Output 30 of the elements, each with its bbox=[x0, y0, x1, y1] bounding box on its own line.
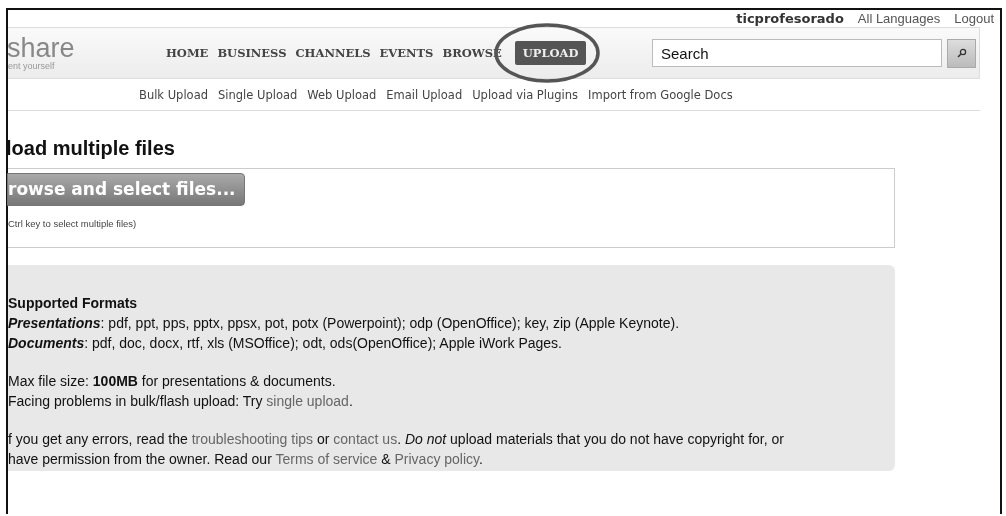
info-text: Documents: pdf, doc, docx, rtf, xls (MSOffice); odt, ods(OpenOffice); Apple iWork Pages. bbox=[8, 334, 563, 353]
info-text: Presentations: pdf, ppt, pps, pptx, ppsx, pot, potx (Powerpoint); odp (OpenOffice); key, zip (Apple Keynote). bbox=[8, 314, 681, 333]
info-text: Facing problems in bulk/flash upload: Try single upload. bbox=[8, 392, 354, 411]
username-link[interactable]: ticprofesorado bbox=[736, 11, 844, 27]
subnav-link[interactable]: Email Upload bbox=[386, 87, 463, 102]
text-link[interactable]: troubleshooting tips bbox=[191, 431, 314, 447]
info-text: Supported Formats bbox=[8, 294, 139, 313]
info-text: f you get any errors, read the troubleshooting tips or contact us. Do not upload materials that you do not have copyright for, or have permission from the owner. Read our Terms of service & Privacy policy. bbox=[8, 430, 785, 469]
nav-tab[interactable]: UPLOAD bbox=[514, 41, 587, 65]
logo-tagline: ent yourself bbox=[8, 61, 56, 71]
hint-text: Ctrl key to select multiple files) bbox=[8, 218, 137, 229]
search-icon bbox=[956, 48, 967, 58]
subnav-link[interactable]: Import from Google Docs bbox=[588, 87, 733, 102]
logo-text: share bbox=[7, 35, 76, 61]
subnav-link[interactable]: Upload via Plugins bbox=[472, 87, 579, 102]
top-link[interactable]: Logout bbox=[954, 11, 994, 27]
info-text: Max file size: 100MB for presentations & documents. bbox=[8, 372, 337, 391]
subnav-link[interactable]: Web Upload bbox=[307, 87, 377, 102]
text-link[interactable]: Terms of service bbox=[275, 451, 378, 467]
search-button[interactable] bbox=[947, 38, 976, 68]
subnav-link[interactable]: Single Upload bbox=[218, 87, 298, 102]
nav-tab[interactable]: HOME bbox=[166, 42, 209, 64]
nav-tab[interactable]: BUSINESS bbox=[217, 42, 287, 64]
nav-tab[interactable]: EVENTS bbox=[379, 42, 434, 64]
search-field[interactable]: Search bbox=[652, 39, 942, 67]
text-link[interactable]: single upload bbox=[266, 393, 349, 409]
top-link[interactable]: All Languages bbox=[857, 11, 941, 27]
subnav-link[interactable]: Bulk Upload bbox=[139, 87, 208, 102]
text-link[interactable]: Privacy policy bbox=[394, 451, 480, 467]
nav-tab[interactable]: CHANNELS bbox=[295, 42, 371, 64]
